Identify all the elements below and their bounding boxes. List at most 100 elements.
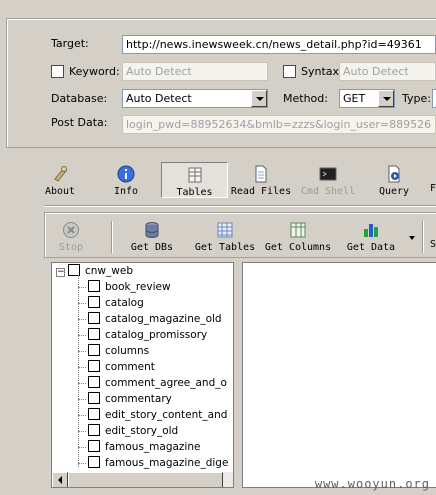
cmd-shell-button[interactable]: Cmd Shell bbox=[299, 165, 357, 197]
tree-item[interactable]: comment bbox=[88, 359, 155, 375]
tree-item[interactable]: catalog_magazine_old bbox=[88, 311, 222, 327]
database-tree: − cnw_web book_review catalog catalog_magaz… bbox=[51, 262, 234, 488]
method-select-value: GET bbox=[343, 92, 366, 105]
info-label: Info bbox=[113, 186, 139, 197]
tree-checkbox[interactable] bbox=[88, 440, 100, 452]
syntax-input[interactable]: Auto Detect bbox=[339, 62, 436, 81]
tree-item-label: catalog_magazine_old bbox=[105, 313, 222, 325]
tables-button[interactable]: Tables bbox=[161, 162, 228, 198]
keyword-checkbox[interactable] bbox=[51, 65, 64, 78]
stop-label: Stop bbox=[58, 242, 84, 253]
type-label: Type: bbox=[402, 92, 431, 105]
syntax-checkbox[interactable] bbox=[283, 65, 296, 78]
more-tools-button[interactable]: F bbox=[428, 183, 436, 194]
get-dbs-label: Get DBs bbox=[130, 242, 174, 253]
stop-button[interactable]: Stop bbox=[55, 221, 87, 253]
target-label: Target: bbox=[51, 37, 89, 50]
cmd-shell-icon bbox=[319, 167, 337, 181]
read-files-button[interactable]: Read Files bbox=[230, 165, 292, 197]
tree-checkbox[interactable] bbox=[88, 296, 100, 308]
tree-checkbox[interactable] bbox=[88, 312, 100, 324]
chevron-down-icon[interactable] bbox=[378, 90, 394, 107]
tree-checkbox[interactable] bbox=[88, 392, 100, 404]
get-tables-label: Get Tables bbox=[194, 242, 256, 253]
tree-connector bbox=[78, 351, 86, 352]
tree-checkbox[interactable] bbox=[88, 360, 100, 372]
query-label: Query bbox=[378, 186, 410, 197]
tree-connector bbox=[78, 367, 86, 368]
tree-item[interactable]: book_review bbox=[88, 279, 171, 295]
keyword-input[interactable]: Auto Detect bbox=[122, 62, 268, 81]
tree-checkbox[interactable] bbox=[88, 376, 100, 388]
tree-checkbox[interactable] bbox=[88, 456, 100, 468]
tree-item-label: famous_magazine_dige bbox=[105, 457, 229, 469]
tree-connector bbox=[78, 303, 86, 304]
scroll-left-icon[interactable] bbox=[52, 472, 68, 487]
tree-item[interactable]: famous_magazine_dige bbox=[88, 455, 228, 471]
tree-item[interactable]: edit_story_content_and bbox=[88, 407, 227, 423]
get-tables-button[interactable]: Get Tables bbox=[193, 221, 257, 253]
toolbar-divider bbox=[44, 205, 436, 206]
tree-connector bbox=[78, 335, 86, 336]
tree-connector bbox=[78, 275, 79, 467]
tree-item[interactable]: columns bbox=[88, 343, 149, 359]
tree-root-label: cnw_web bbox=[85, 265, 133, 277]
get-data-dropdown-icon[interactable] bbox=[409, 236, 415, 240]
more-sub-tools-button[interactable]: S bbox=[429, 239, 436, 250]
chevron-down-icon[interactable] bbox=[251, 90, 267, 107]
tree-item-label: edit_story_old bbox=[105, 425, 179, 437]
tree-connector bbox=[78, 319, 86, 320]
tree-root-node[interactable]: − cnw_web bbox=[56, 263, 133, 279]
tree-item-label: edit_story_content_and bbox=[105, 409, 228, 421]
toolbar-separator bbox=[111, 221, 113, 253]
tree-item[interactable]: comment_agree_and_o bbox=[88, 375, 227, 391]
tree-connector bbox=[78, 287, 86, 288]
tree-item[interactable]: catalog_promissory bbox=[88, 327, 207, 343]
about-button[interactable]: About bbox=[42, 165, 78, 197]
post-data-input[interactable]: login_pwd=88952634&bmlb=zzzs&login_user=… bbox=[122, 115, 436, 134]
query-button[interactable]: Query bbox=[376, 165, 412, 197]
get-dbs-button[interactable]: Get DBs bbox=[126, 221, 178, 253]
keyword-label: Keyword: bbox=[69, 65, 120, 78]
get-columns-button[interactable]: Get Columns bbox=[263, 221, 333, 253]
tree-item-label: commentary bbox=[105, 393, 172, 405]
watermark: www.wooyun.org bbox=[314, 477, 430, 491]
about-icon bbox=[54, 166, 67, 182]
get-columns-label: Get Columns bbox=[264, 242, 332, 253]
get-data-button[interactable]: Get Data bbox=[343, 221, 399, 253]
type-select[interactable] bbox=[432, 89, 436, 108]
info-icon bbox=[117, 165, 135, 183]
tree-checkbox[interactable] bbox=[88, 328, 100, 340]
tree-checkbox[interactable] bbox=[88, 344, 100, 356]
tree-connector bbox=[78, 383, 86, 384]
tree-connector bbox=[78, 415, 86, 416]
tree-item[interactable]: famous_magazine bbox=[88, 439, 200, 455]
post-data-label: Post Data: bbox=[51, 116, 108, 129]
tree-item-label: famous_magazine bbox=[105, 441, 201, 453]
info-button[interactable]: Info bbox=[108, 165, 144, 197]
method-select[interactable]: GET bbox=[339, 89, 395, 108]
cmd-shell-label: Cmd Shell bbox=[300, 186, 356, 197]
horizontal-scroll-thumb[interactable] bbox=[68, 472, 223, 487]
data-chart-icon bbox=[364, 224, 378, 237]
get-data-label: Get Data bbox=[346, 242, 396, 253]
target-url-input[interactable]: http://news.inewsweek.cn/news_detail.php… bbox=[122, 35, 436, 54]
database-select[interactable]: Auto Detect bbox=[122, 89, 268, 108]
tree-checkbox[interactable] bbox=[88, 408, 100, 420]
read-files-icon bbox=[255, 165, 267, 183]
tables-icon bbox=[188, 167, 201, 183]
tree-connector bbox=[78, 399, 86, 400]
tree-connector bbox=[78, 463, 86, 464]
tree-item[interactable]: edit_story_old bbox=[88, 423, 178, 439]
tree-item[interactable]: catalog bbox=[88, 295, 144, 311]
query-icon bbox=[388, 165, 400, 183]
method-label: Method: bbox=[283, 92, 328, 105]
database-select-value: Auto Detect bbox=[126, 92, 192, 105]
results-pane bbox=[242, 262, 436, 488]
collapse-icon[interactable]: − bbox=[56, 268, 65, 277]
tree-horizontal-scrollbar[interactable] bbox=[52, 472, 233, 487]
tree-checkbox[interactable] bbox=[88, 424, 100, 436]
tree-connector bbox=[78, 431, 86, 432]
tree-item[interactable]: commentary bbox=[88, 391, 172, 407]
tree-checkbox[interactable] bbox=[88, 280, 100, 292]
